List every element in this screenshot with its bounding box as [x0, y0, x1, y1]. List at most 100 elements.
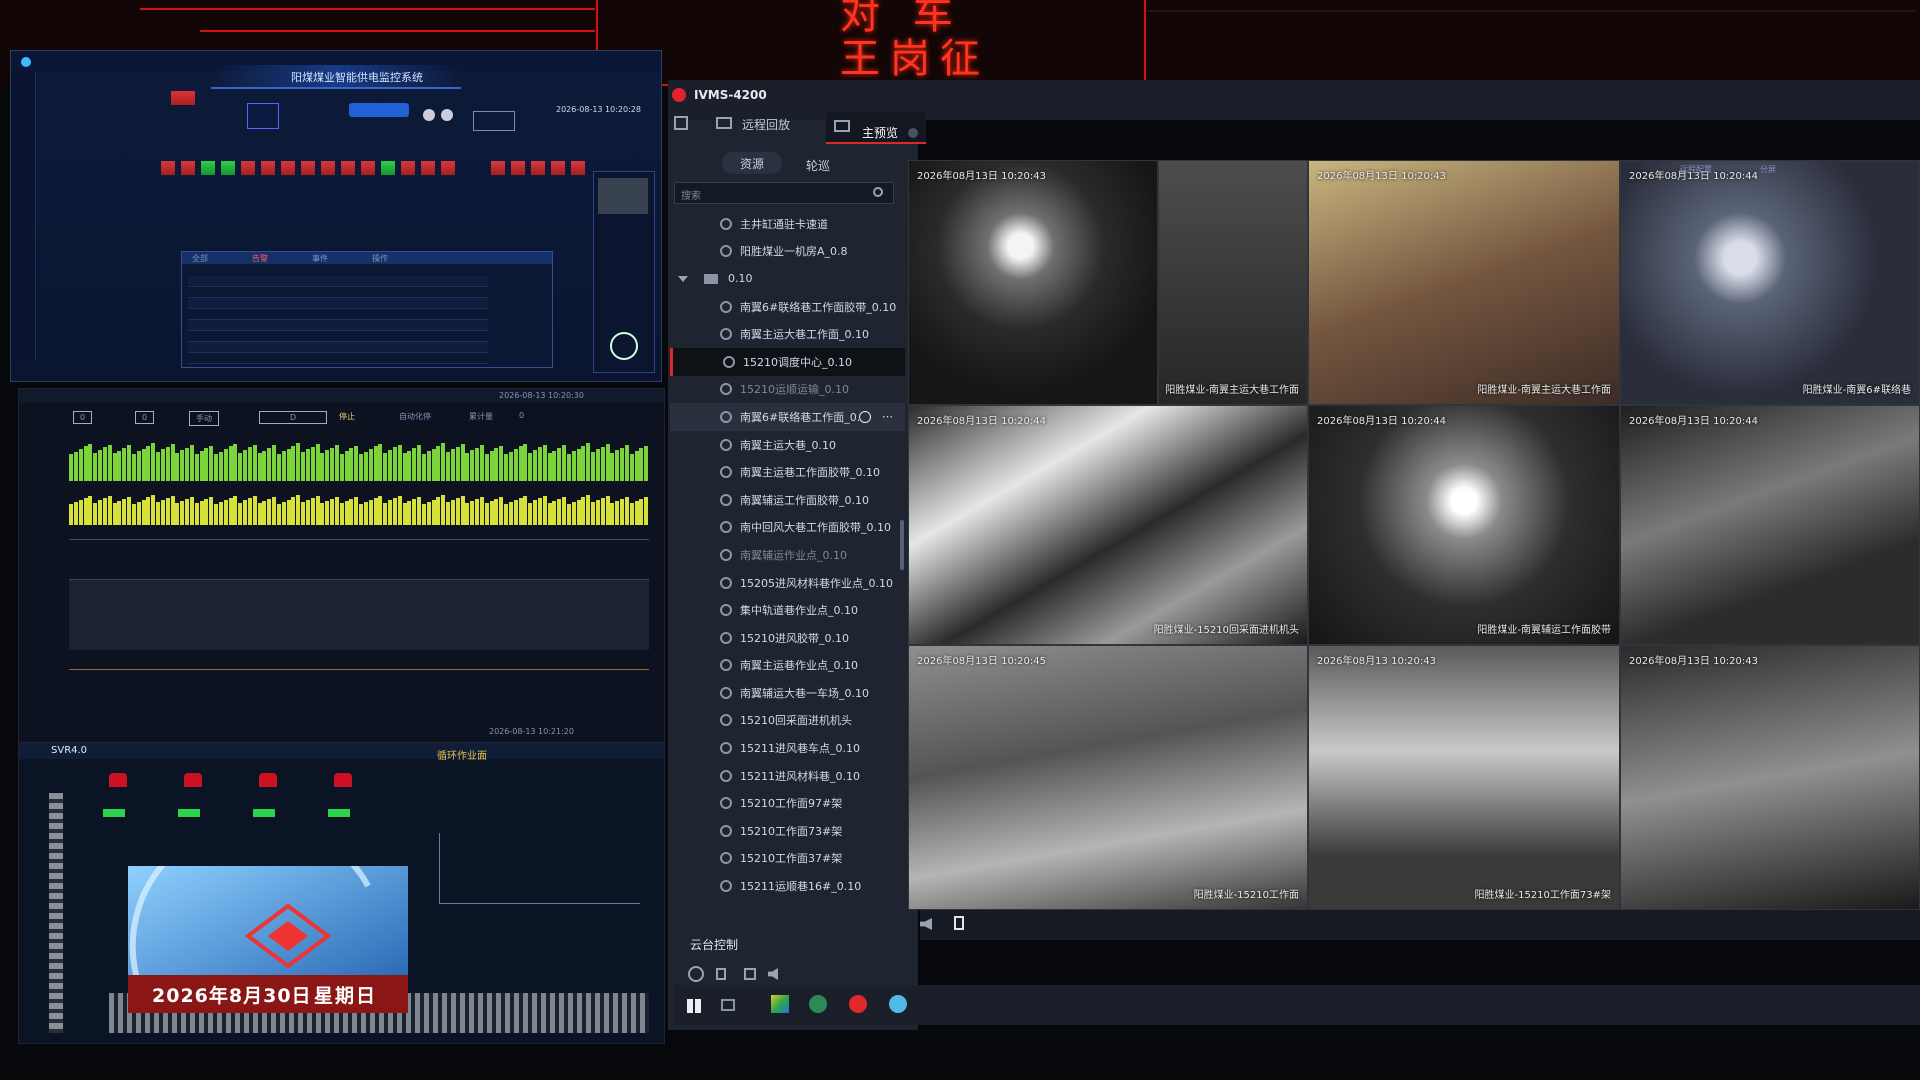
camera-timestamp: 2026年08月13日 10:20:44	[1629, 416, 1758, 427]
power-table-tab-event[interactable]: 事件	[312, 253, 328, 264]
trash-icon[interactable]	[716, 968, 726, 980]
wave-btn-4[interactable]: D	[259, 411, 328, 424]
wave-divider-1	[69, 539, 649, 540]
tree-item[interactable]: 0.10	[670, 265, 905, 293]
ptz-control-label[interactable]: 云台控制	[690, 936, 738, 953]
power-toggle-icon-1[interactable]	[423, 109, 435, 121]
camera-status-icon	[720, 742, 732, 755]
tree-item-label: 15210进风胶带_0.10	[740, 631, 849, 645]
tree-item[interactable]: 南翼辅运作业点_0.10	[670, 541, 905, 569]
wave-btn-8[interactable]: 0	[519, 411, 524, 420]
wave-btn-5[interactable]: 停止	[339, 411, 355, 422]
camera-view[interactable]: 2026年08月13日 10:20:44 阳胜煤业-南翼辅运工作面胶带	[1308, 405, 1620, 645]
subtab-patrol[interactable]: 轮巡	[806, 157, 830, 174]
camera-view[interactable]: 2026年08月13日 10:20:44	[1620, 405, 1920, 645]
wave-btn-3[interactable]: 手动	[189, 411, 219, 426]
tree-item[interactable]: 15210进风胶带_0.10	[670, 624, 905, 652]
wave-bar	[407, 450, 412, 481]
power-table-tab-alarm[interactable]: 告警	[252, 253, 268, 264]
tree-item[interactable]: 南翼主运巷工作面胶带_0.10	[670, 458, 905, 486]
tree-item[interactable]: 15210工作面73#架	[670, 817, 905, 845]
camera-view[interactable]: 2026年08月13日 10:20:44 阳胜煤业-南翼6#联络巷	[1620, 160, 1920, 405]
camera-timestamp: 2026年08月13日 10:20:43	[917, 171, 1046, 182]
wave-bar	[83, 446, 88, 481]
camera-label: 阳胜煤业-15210工作面73#架	[1474, 890, 1611, 901]
switch-indicator	[221, 161, 235, 175]
wave-btn-1[interactable]: 0	[73, 411, 93, 424]
tree-item[interactable]: 15210回采面进机机头	[670, 707, 905, 735]
tree-item[interactable]: 15210工作面97#架	[670, 789, 905, 817]
camera-view[interactable]: 2026年08月13日 10:20:43	[908, 160, 1158, 405]
wave-bar	[272, 496, 276, 525]
svr-chart	[439, 833, 640, 904]
tree-item[interactable]: 15211进风材料巷_0.10	[670, 762, 905, 790]
wave-bar	[581, 446, 586, 481]
camera-status-icon	[720, 631, 732, 644]
tree-item[interactable]: 15210工作面37#架	[670, 845, 905, 873]
tree-item[interactable]: 南中回风大巷工作面胶带_0.10	[670, 514, 905, 542]
app-icon-1[interactable]	[771, 995, 789, 1013]
wave-btn-7[interactable]: 累计量	[469, 411, 493, 422]
search-input[interactable]: 搜索	[674, 182, 894, 204]
wave-btn-6[interactable]: 自动化停	[399, 411, 431, 422]
tree-item[interactable]: 15210运顺运输_0.10	[670, 376, 905, 404]
tab-close-icon[interactable]	[908, 128, 918, 138]
power-mode-button[interactable]	[349, 103, 409, 117]
wave-bar	[417, 445, 421, 481]
tree-item[interactable]: 南翼主运大巷_0.10	[670, 431, 905, 459]
power-table-tab-op[interactable]: 操作	[372, 253, 388, 264]
tree-item[interactable]: 南翼主运巷作业点_0.10	[670, 652, 905, 680]
tree-item-label: 15210运顺运输_0.10	[740, 383, 849, 397]
wave-bar	[528, 452, 533, 481]
tree-item[interactable]: 集中轨道巷作业点_0.10	[670, 596, 905, 624]
image-icon[interactable]	[744, 968, 756, 980]
tree-item[interactable]: 主井缸通驻卡速道	[670, 210, 905, 238]
app-icon-2[interactable]	[809, 995, 827, 1013]
taskview-icon[interactable]	[721, 999, 735, 1011]
power-table-tab-all[interactable]: 全部	[192, 253, 208, 264]
camera-view[interactable]: 2026年08月13日 10:20:45 阳胜煤业-15210工作面	[908, 645, 1308, 910]
camera-view[interactable]: 2026年08月13日 10:20:44 阳胜煤业-15210回采面进机机头	[908, 405, 1308, 645]
camera-view[interactable]: 2026年08月13日 10:20:43 阳胜煤业-南翼主运大巷工作面	[1308, 160, 1620, 405]
tree-item[interactable]: 南翼6#联络巷工作面_0. ⋯	[670, 403, 905, 431]
record-icon[interactable]	[954, 916, 964, 930]
tree-item[interactable]: 南翼主运大巷工作面_0.10	[670, 320, 905, 348]
app-icon-4[interactable]	[889, 995, 907, 1013]
tree-item[interactable]: 15211进风巷车点_0.10	[670, 734, 905, 762]
camera-volume-icon[interactable]	[920, 918, 932, 930]
split-screen-label[interactable]: 分屏	[1760, 164, 1776, 175]
camera-view[interactable]: 2026年08月13 10:20:43 阳胜煤业-15210工作面73#架	[1308, 645, 1620, 910]
more-icon[interactable]: ⋯	[882, 410, 893, 423]
wave-bar	[93, 452, 98, 481]
tree-item[interactable]: 南翼辅运大巷一车场_0.10	[670, 679, 905, 707]
tree-item[interactable]: 南翼6#联络巷工作面胶带_0.10	[670, 293, 905, 321]
expand-arrow-icon[interactable]	[678, 275, 688, 282]
wave-btn-2[interactable]: 0	[135, 411, 155, 424]
tree-item[interactable]: 阳胜煤业一机房A_0.8	[670, 238, 905, 266]
wave-bar	[107, 444, 112, 481]
tree-item[interactable]: 南翼辅运工作面胶带_0.10	[670, 486, 905, 514]
switch-indicator	[181, 161, 195, 175]
ptz-icon[interactable]	[688, 966, 704, 982]
wave-bar	[581, 497, 586, 525]
start-icon[interactable]	[687, 999, 701, 1013]
camera-view[interactable]: 阳胜煤业-南翼主运大巷工作面	[1158, 160, 1308, 405]
subtab-resources[interactable]: 资源	[740, 155, 764, 172]
tree-item[interactable]: 15210调度中心_0.10	[670, 347, 905, 376]
app-icon-3[interactable]	[849, 995, 867, 1013]
search-icon[interactable]	[873, 187, 883, 197]
tab-main-preview[interactable]: 主预览	[862, 124, 898, 141]
play-icon[interactable]	[859, 410, 871, 423]
remote-config-label[interactable]: 远程配置	[1680, 164, 1712, 175]
power-toggle-icon-2[interactable]	[441, 109, 453, 121]
grid-menu-icon[interactable]	[674, 116, 688, 130]
tree-scrollbar[interactable]	[900, 520, 904, 570]
wave-bar	[460, 495, 465, 525]
tab-remote-playback[interactable]: 远程回放	[742, 116, 790, 133]
tree-item[interactable]: 15205进风材料巷作业点_0.10	[670, 569, 905, 597]
tree-item-label: 南翼主运大巷工作面_0.10	[740, 328, 869, 342]
tree-item[interactable]: 15211运顺巷16#_0.10	[670, 872, 905, 900]
camera-view[interactable]: 2026年08月13日 10:20:43	[1620, 645, 1920, 910]
wave-bar	[629, 503, 634, 525]
wave-bar	[257, 453, 262, 481]
